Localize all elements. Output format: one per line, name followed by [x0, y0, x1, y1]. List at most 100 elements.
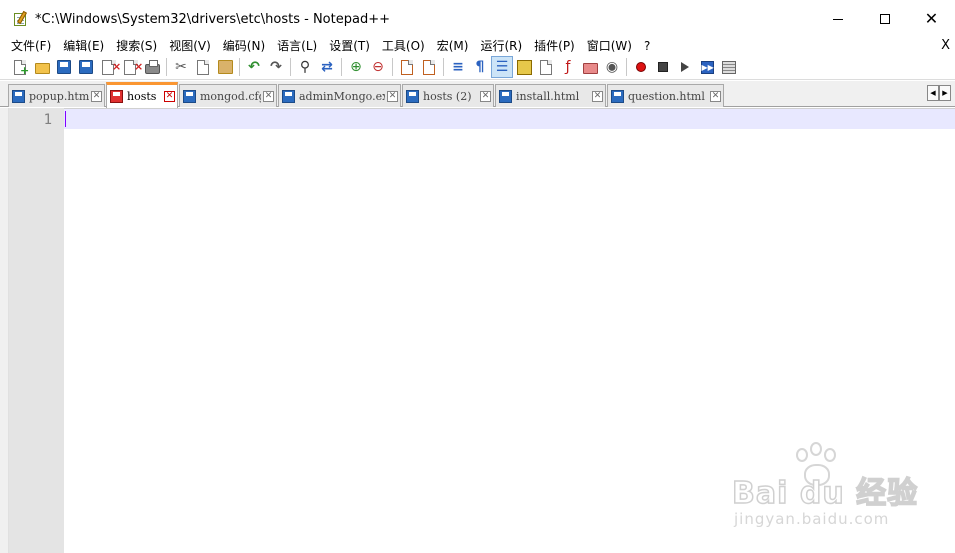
toolbar-separator — [239, 58, 240, 76]
tab-hosts[interactable]: hosts ✕ — [106, 82, 178, 108]
menu-macro[interactable]: 宏(M) — [431, 38, 475, 54]
tab-mongod-cfg[interactable]: mongod.cfg ✕ — [179, 84, 277, 107]
tab-close-icon[interactable]: ✕ — [480, 90, 491, 102]
toolbar-separator — [341, 58, 342, 76]
doc-map-button[interactable] — [535, 56, 557, 78]
saved-file-icon — [183, 89, 196, 103]
menu-file[interactable]: 文件(F) — [0, 38, 57, 54]
line-number: 1 — [43, 112, 52, 128]
fold-margin — [63, 108, 64, 553]
close-window-button[interactable]: ✕ — [908, 0, 955, 38]
menu-language[interactable]: 语言(L) — [271, 38, 323, 54]
cut-button[interactable]: ✂ — [170, 56, 192, 78]
sync-horizontal-button[interactable] — [418, 56, 440, 78]
close-all-button[interactable] — [119, 56, 141, 78]
saved-file-icon — [611, 89, 624, 103]
undo-button[interactable]: ↶ — [243, 56, 265, 78]
replace-button[interactable]: ⇄ — [316, 56, 338, 78]
minimize-button[interactable] — [814, 0, 861, 38]
tab-question-html[interactable]: question.html ✕ — [607, 84, 724, 107]
close-document-button[interactable]: X — [941, 38, 950, 54]
tab-close-icon[interactable]: ✕ — [91, 90, 102, 102]
window-controls: ✕ — [814, 0, 955, 38]
watermark-brand: Bai du 经验 — [731, 475, 919, 512]
tab-close-icon[interactable]: ✕ — [387, 90, 398, 102]
record-macro-button[interactable] — [630, 56, 652, 78]
monitoring-button[interactable]: ◉ — [601, 56, 623, 78]
current-line-highlight — [64, 109, 955, 129]
save-macro-button[interactable] — [718, 56, 740, 78]
menu-window[interactable]: 窗口(W) — [581, 38, 638, 54]
tab-label: hosts — [127, 90, 157, 103]
tab-label: popup.html — [29, 89, 89, 103]
user-language-button[interactable] — [513, 56, 535, 78]
print-button[interactable] — [141, 56, 163, 78]
function-list-icon: ƒ — [565, 58, 571, 75]
user-language-icon — [516, 59, 532, 75]
copy-button[interactable] — [192, 56, 214, 78]
menu-run[interactable]: 运行(R) — [474, 38, 528, 54]
find-button[interactable]: ⚲ — [294, 56, 316, 78]
stop-recording-button[interactable] — [652, 56, 674, 78]
folder-workspace-button[interactable] — [579, 56, 601, 78]
run-macro-multiple-button[interactable]: ▶▶ — [696, 56, 718, 78]
sync-vertical-icon — [401, 59, 413, 75]
menu-view[interactable]: 视图(V) — [163, 38, 217, 54]
tab-scroll-left-button[interactable]: ◀ — [927, 85, 939, 101]
notepad-plus-plus-icon[interactable] — [13, 10, 29, 27]
save-all-button[interactable] — [75, 56, 97, 78]
open-file-button[interactable] — [31, 56, 53, 78]
open-file-icon — [34, 63, 50, 74]
copy-icon — [197, 59, 209, 75]
tab-close-icon[interactable]: ✕ — [710, 90, 721, 102]
tab-close-icon[interactable]: ✕ — [592, 90, 603, 102]
tab-scroll-controls: ◀ ▶ — [927, 85, 951, 101]
close-all-icon — [124, 59, 138, 75]
stop-recording-icon — [658, 62, 668, 72]
menu-edit[interactable]: 编辑(E) — [57, 38, 110, 54]
line-number-margin[interactable]: 1 — [9, 108, 63, 553]
indent-guide-icon: ☰ — [495, 58, 509, 75]
menu-tools[interactable]: 工具(O) — [376, 38, 431, 54]
title-bar: *C:\Windows\System32\drivers\etc\hosts -… — [0, 0, 955, 38]
tab-install-html[interactable]: install.html ✕ — [495, 84, 606, 107]
menu-search[interactable]: 搜索(S) — [110, 38, 163, 54]
saved-file-icon — [406, 89, 419, 103]
zoom-in-button[interactable]: ⊕ — [345, 56, 367, 78]
tab-close-icon[interactable]: ✕ — [164, 91, 175, 102]
close-icon: ✕ — [924, 9, 939, 28]
record-macro-icon — [636, 62, 646, 72]
sync-vertical-button[interactable] — [396, 56, 418, 78]
menu-help[interactable]: ? — [638, 38, 656, 54]
menu-plugins[interactable]: 插件(P) — [528, 38, 581, 54]
show-all-characters-button[interactable]: ¶ — [469, 56, 491, 78]
function-list-button[interactable]: ƒ — [557, 56, 579, 78]
folder-workspace-icon — [582, 63, 598, 74]
tab-label: install.html — [516, 89, 580, 103]
indent-guide-button[interactable]: ☰ — [491, 56, 513, 78]
toolbar-separator — [290, 58, 291, 76]
playback-macro-icon — [681, 62, 689, 72]
zoom-in-icon: ⊕ — [350, 58, 362, 75]
tab-popup-html[interactable]: popup.html ✕ — [8, 84, 105, 107]
playback-macro-button[interactable] — [674, 56, 696, 78]
menu-settings[interactable]: 设置(T) — [323, 38, 376, 54]
paste-button[interactable] — [214, 56, 236, 78]
tab-adminmongo-exe[interactable]: adminMongo.exe ✕ — [278, 84, 401, 107]
save-button[interactable] — [53, 56, 75, 78]
close-file-button[interactable] — [97, 56, 119, 78]
new-file-button[interactable] — [9, 56, 31, 78]
menu-encoding[interactable]: 编码(N) — [217, 38, 271, 54]
saved-file-icon — [282, 89, 295, 103]
minimize-icon — [832, 18, 843, 20]
bookmark-margin[interactable] — [0, 108, 9, 553]
cut-icon: ✂ — [175, 58, 187, 75]
redo-button[interactable]: ↷ — [265, 56, 287, 78]
zoom-out-button[interactable]: ⊖ — [367, 56, 389, 78]
word-wrap-button[interactable]: ≡ — [447, 56, 469, 78]
tab-scroll-right-button[interactable]: ▶ — [939, 85, 951, 101]
editor-area[interactable]: 1 Bai du 经验 jingyan.baidu.com — [0, 108, 955, 553]
maximize-button[interactable] — [861, 0, 908, 38]
tab-close-icon[interactable]: ✕ — [263, 90, 274, 102]
tab-hosts-2[interactable]: hosts (2) ✕ — [402, 84, 494, 107]
